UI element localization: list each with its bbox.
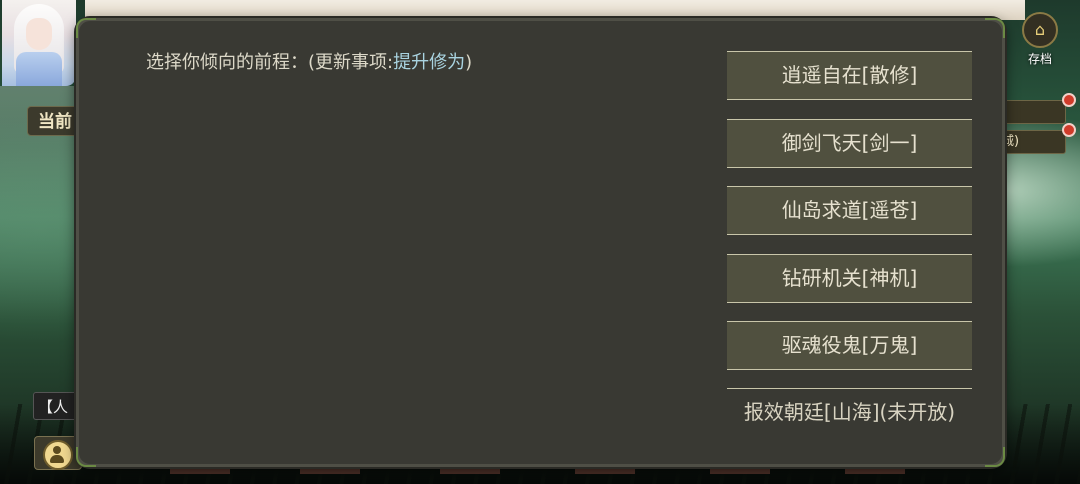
- save-icon: ⌂: [1022, 12, 1058, 48]
- dialog-corner-ornament: [985, 18, 1005, 38]
- prompt-highlight: 提升修为: [393, 52, 466, 73]
- current-tag[interactable]: 当前: [27, 106, 82, 136]
- avatar-face: [26, 18, 52, 50]
- save-button[interactable]: ⌂ 存档: [1017, 12, 1063, 72]
- option-shanhai-button[interactable]: 报效朝廷[山海](未开放): [727, 388, 972, 437]
- prompt-end: ): [465, 52, 473, 73]
- option-wangui-button[interactable]: 驱魂役鬼[万鬼]: [727, 321, 972, 370]
- option-yaocang-button[interactable]: 仙岛求道[遥苍]: [727, 186, 972, 235]
- top-panel-strip: [85, 0, 1025, 20]
- user-icon: [43, 440, 73, 470]
- user-button[interactable]: [34, 436, 82, 470]
- save-label: 存档: [1027, 52, 1052, 66]
- option-shenji-button[interactable]: 钻研机关[神机]: [727, 254, 972, 303]
- dialog-prompt: 选择你倾向的前程：(更新事项:提升修为): [146, 48, 472, 74]
- dialog-corner-ornament: [76, 18, 96, 38]
- prompt-label: 选择你倾向的前程：(更新事项:: [146, 52, 394, 73]
- notification-dot: [1062, 123, 1076, 137]
- career-choice-dialog: 选择你倾向的前程：(更新事项:提升修为) 逍遥自在[散修] 御剑飞天[剑一] 仙…: [76, 18, 1005, 467]
- option-sanxiu-button[interactable]: 逍遥自在[散修]: [727, 51, 972, 100]
- avatar-robe: [16, 52, 62, 86]
- dialog-corner-ornament: [985, 447, 1005, 467]
- notification-dot: [1062, 93, 1076, 107]
- dialog-corner-ornament: [76, 447, 96, 467]
- character-avatar[interactable]: [2, 0, 76, 86]
- option-jianyi-button[interactable]: 御剑飞天[剑一]: [727, 119, 972, 168]
